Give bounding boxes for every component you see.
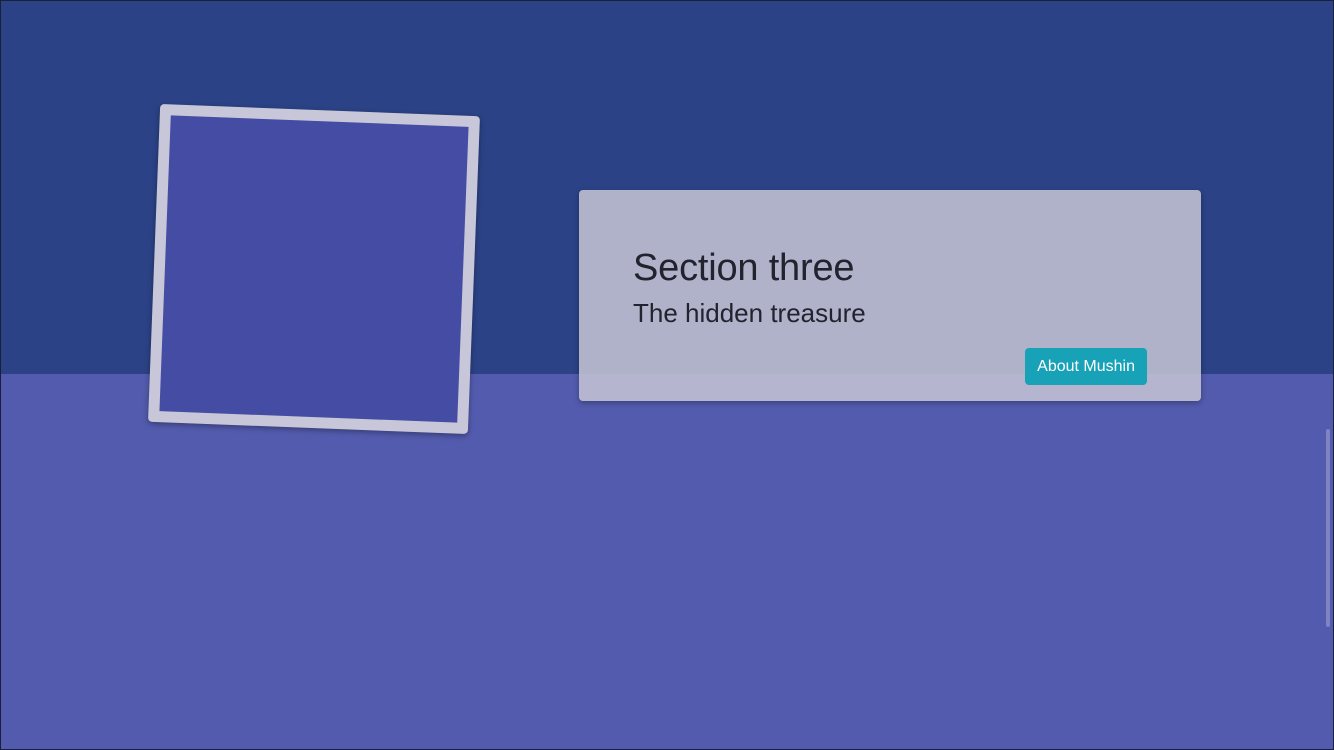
section-card: Section three The hidden treasure About …	[579, 190, 1201, 401]
section-subtitle: The hidden treasure	[633, 298, 866, 328]
scrollbar[interactable]	[1326, 429, 1330, 627]
section-background-bottom	[1, 374, 1333, 749]
photo-placeholder	[159, 115, 469, 423]
page: Section three The hidden treasure About …	[0, 0, 1334, 750]
tilted-photo-frame	[148, 103, 480, 435]
about-mushin-button[interactable]: About Mushin	[1025, 348, 1147, 385]
section-title: Section three	[633, 247, 855, 289]
